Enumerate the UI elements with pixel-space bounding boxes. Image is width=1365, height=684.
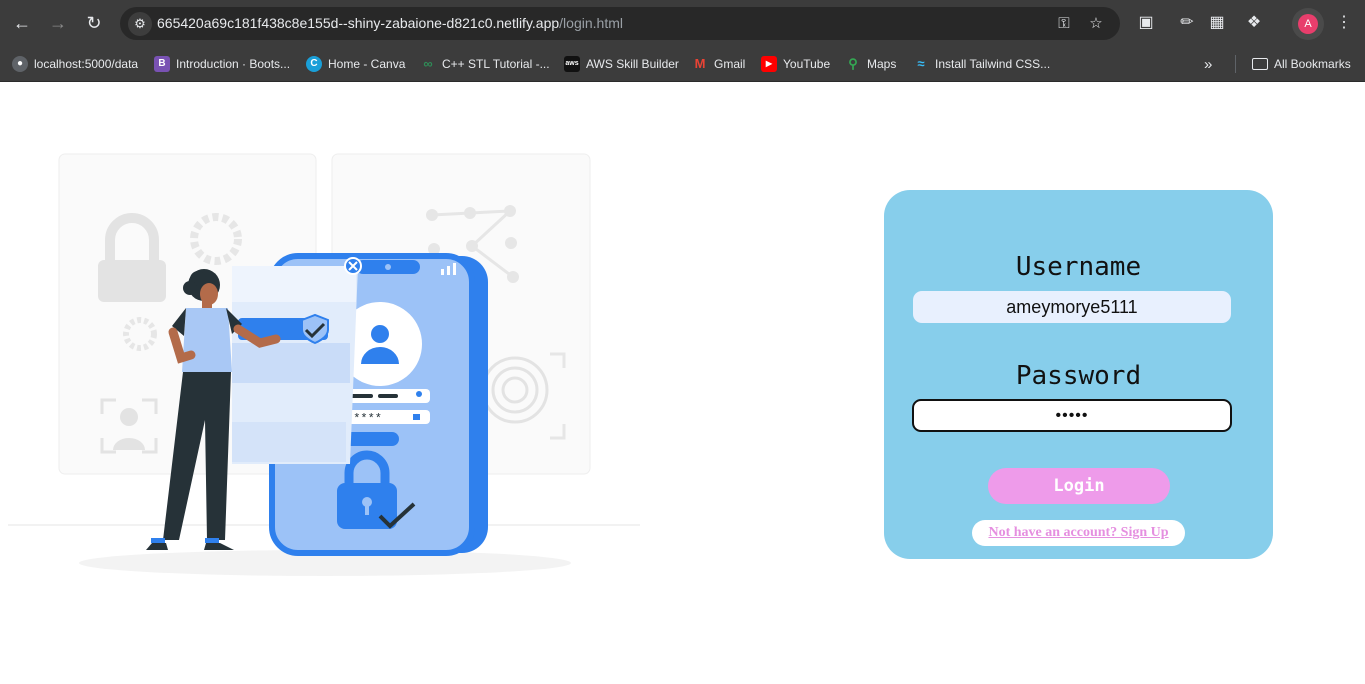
gmail-icon: M [694, 56, 706, 71]
bookmark-star-icon[interactable]: ☆ [1086, 14, 1106, 34]
toby-extension-icon[interactable]: ▦ [1206, 12, 1228, 34]
screen-capture-extension-icon[interactable]: ▣ [1135, 12, 1157, 34]
password-label: Password [1015, 361, 1142, 391]
browser-toolbar: ← → ↻ ⚙ 665420a69c181f438c8e155d--shiny-… [0, 0, 1365, 46]
all-bookmarks-label: All Bookmarks [1274, 57, 1351, 71]
browser-menu-icon[interactable]: ⋮ [1333, 12, 1355, 34]
profile-avatar[interactable]: A [1292, 8, 1324, 40]
forward-arrow-icon[interactable]: → [46, 11, 70, 35]
signup-link[interactable]: Not have an account? Sign Up [972, 520, 1185, 546]
folder-icon [1252, 58, 1268, 70]
bookmark-label: localhost:5000/data [34, 57, 139, 71]
profile-initial: A [1298, 14, 1318, 34]
password-key-icon[interactable]: ⚿ [1054, 14, 1074, 34]
bookmarks-bar: ● localhost:5000/data B Introduction · B… [0, 46, 1365, 82]
bookmark-label: C++ STL Tutorial -... [442, 57, 550, 71]
username-label: Username [1015, 252, 1142, 282]
password-input[interactable] [912, 399, 1232, 432]
url-host: 665420a69c181f438c8e155d--shiny-zabaione… [157, 15, 560, 31]
login-card: Username Password Login Not have an acco… [884, 190, 1273, 559]
bookmark-aws[interactable]: aws AWS Skill Builder [564, 53, 679, 75]
url-path: /login.html [559, 15, 623, 31]
all-bookmarks-folder[interactable]: All Bookmarks [1252, 53, 1351, 75]
aws-icon: aws [564, 56, 580, 72]
bookmark-label: Install Tailwind CSS... [935, 57, 1051, 71]
back-arrow-icon[interactable]: ← [10, 11, 34, 35]
site-settings-icon[interactable]: ⚙ [128, 12, 152, 36]
bookmarks-divider [1235, 55, 1236, 73]
infinity-icon: ∞ [423, 56, 433, 71]
login-page: ***** Username Pas [0, 82, 1365, 684]
bookmark-label: Home - Canva [328, 57, 406, 71]
bookmark-label: Gmail [714, 57, 746, 71]
bootstrap-icon: B [154, 56, 170, 72]
bookmark-label: YouTube [783, 57, 831, 71]
bookmark-tailwind[interactable]: ≈ Install Tailwind CSS... [913, 53, 1050, 75]
url-text[interactable]: 665420a69c181f438c8e155d--shiny-zabaione… [157, 15, 623, 31]
login-illustration: ***** [8, 153, 640, 576]
globe-icon: ● [12, 56, 28, 72]
bookmark-cpp-stl[interactable]: ∞ C++ STL Tutorial -... [420, 53, 550, 75]
canva-icon: C [306, 56, 322, 72]
bookmark-localhost[interactable]: ● localhost:5000/data [12, 53, 138, 75]
extensions-puzzle-icon[interactable]: ❖ [1243, 12, 1265, 34]
youtube-icon: ▶ [761, 56, 777, 72]
maps-pin-icon: ⚲ [848, 56, 858, 71]
username-input[interactable] [913, 291, 1231, 323]
bookmark-maps[interactable]: ⚲ Maps [845, 53, 896, 75]
bookmark-label: Maps [867, 57, 897, 71]
bookmark-label: AWS Skill Builder [586, 57, 679, 71]
bookmark-youtube[interactable]: ▶ YouTube [761, 53, 830, 75]
bookmark-canva[interactable]: C Home - Canva [306, 53, 405, 75]
bookmark-label: Introduction · Boots... [176, 57, 291, 71]
reload-icon[interactable]: ↻ [82, 11, 106, 35]
address-bar[interactable]: ⚙ 665420a69c181f438c8e155d--shiny-zabaio… [120, 7, 1120, 40]
eyedropper-extension-icon[interactable]: ✏ [1176, 12, 1198, 34]
bookmark-gmail[interactable]: M Gmail [692, 53, 746, 75]
bookmark-bootstrap[interactable]: B Introduction · Boots... [154, 53, 290, 75]
more-bookmarks-chevron-icon[interactable]: » [1204, 53, 1212, 75]
tailwind-icon: ≈ [917, 56, 925, 71]
login-button[interactable]: Login [988, 468, 1170, 504]
